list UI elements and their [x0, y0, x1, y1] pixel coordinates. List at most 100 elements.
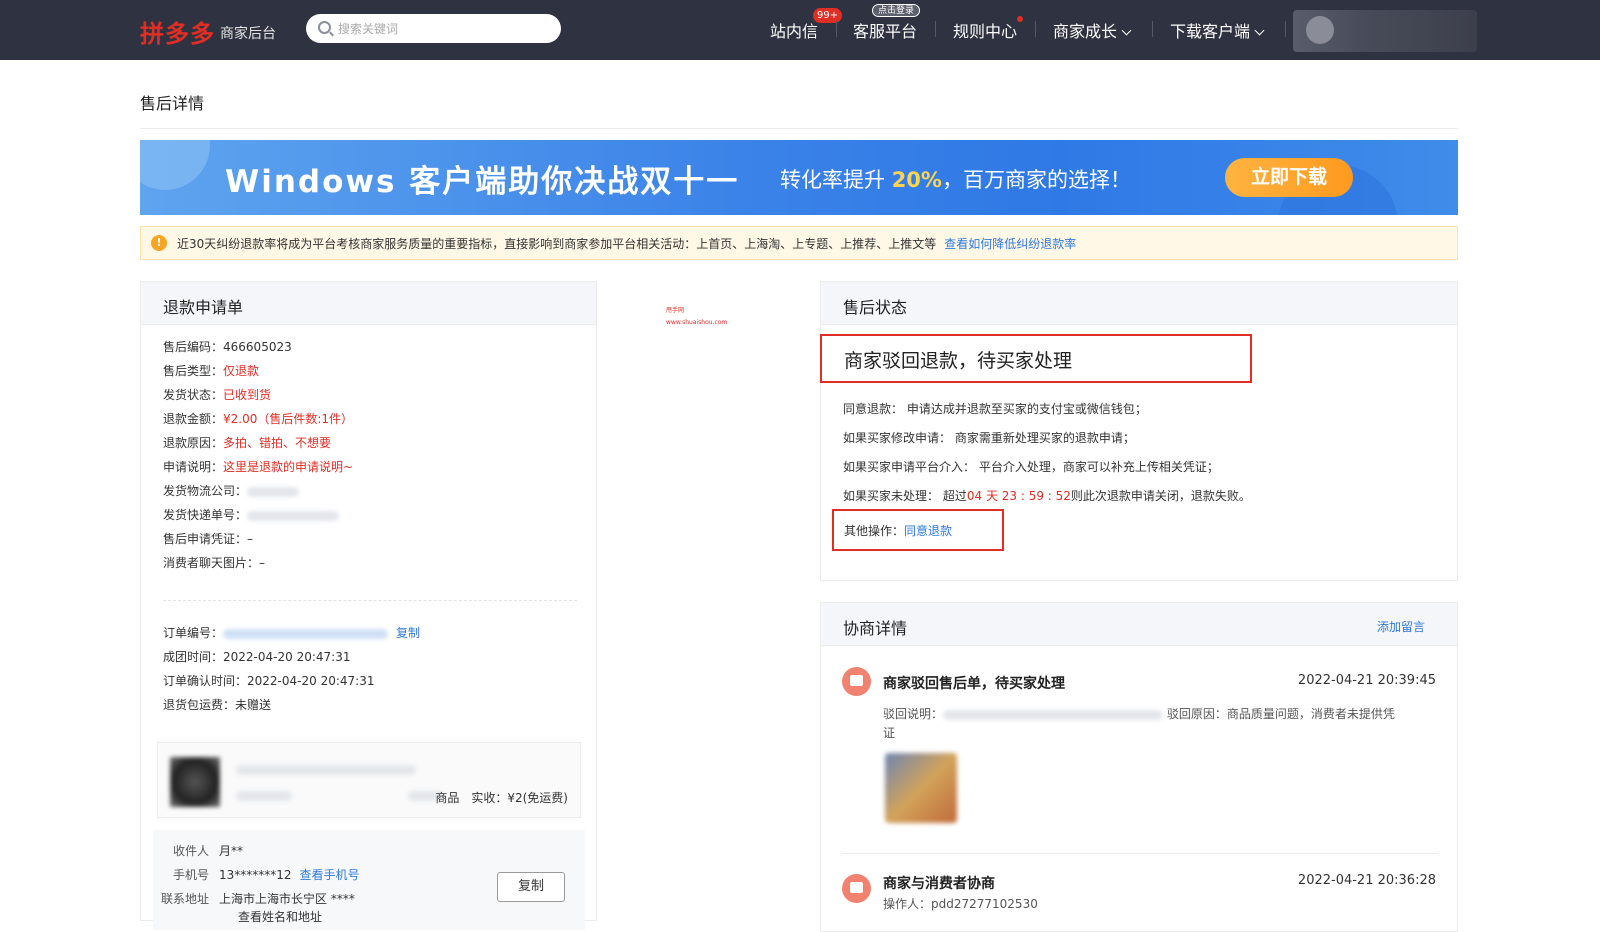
- nav-divider: [836, 21, 837, 37]
- rule-label: 同意退款：: [843, 402, 904, 416]
- search-input[interactable]: [338, 18, 548, 39]
- redacted-goods-name: [236, 765, 416, 775]
- view-name-address-link[interactable]: 查看姓名和地址: [238, 908, 322, 925]
- goods-thumbnail[interactable]: [170, 757, 220, 807]
- nav-divider: [935, 21, 936, 37]
- login-prompt-badge[interactable]: 点击登录: [872, 4, 921, 17]
- banner-decoration: [140, 140, 210, 190]
- notice-text: 近30天纠纷退款率将成为平台考核商家服务质量的重要指标，直接影响到商家参加平台相…: [177, 235, 1076, 252]
- rule-platform-intervention: 如果买家申请平台介入： 平台介入处理，商家可以补充上传相关凭证；: [843, 458, 1219, 475]
- reduce-dispute-rate-link[interactable]: 查看如何降低纠纷退款率: [944, 237, 1076, 251]
- banner-headline: Windows 客户端助你决战双十一: [225, 164, 740, 200]
- negotiation-item-time: 2022-04-21 20:36:28: [1297, 873, 1436, 888]
- rule-label: 如果买家修改申请：: [843, 431, 952, 445]
- store-icon: [842, 874, 871, 903]
- phone-number: 13*******12: [219, 868, 292, 882]
- field-chat-images: 消费者聊天图片：–: [163, 554, 265, 571]
- nav-customer-service[interactable]: 客服平台: [853, 18, 917, 42]
- reject-note-label: 驳回说明：: [883, 707, 944, 721]
- field-value: 已收到货: [223, 388, 272, 402]
- field-label: 发货快递单号：: [163, 508, 248, 522]
- goods-paid-amount: 商品 实收：¥2(免运费): [435, 791, 568, 805]
- negotiation-details-panel: 协商详情 添加留言 商家驳回售后单，待买家处理 2022-04-21 20:39…: [820, 602, 1458, 932]
- search-icon: [318, 21, 331, 34]
- receiver-row: 收件人 月**: [153, 842, 243, 859]
- refund-rate-notice: ! 近30天纠纷退款率将成为平台考核商家服务质量的重要指标，直接影响到商家参加平…: [140, 226, 1458, 260]
- nav-merchant-growth[interactable]: 商家成长: [1053, 18, 1132, 42]
- field-label: 售后申请凭证：: [163, 532, 248, 546]
- panel-title: 协商详情: [843, 619, 908, 638]
- field-refund-amount: 退款金额：¥2.00（售后件数:1件）: [163, 410, 353, 427]
- copy-order-number-link[interactable]: 复制: [396, 626, 420, 640]
- field-label: 发货物流公司：: [163, 484, 248, 498]
- view-phone-link[interactable]: 查看手机号: [300, 868, 360, 882]
- rule-text: 平台介入处理，商家可以补充上传相关凭证；: [978, 460, 1219, 474]
- negotiation-item-title: 商家与消费者协商: [883, 876, 995, 892]
- agree-refund-link[interactable]: 同意退款: [904, 524, 952, 538]
- nav-divider: [1035, 21, 1036, 37]
- redacted-value: [247, 510, 340, 521]
- field-aftersale-type: 售后类型：仅退款: [163, 362, 259, 379]
- notice-message: 近30天纠纷退款率将成为平台考核商家服务质量的重要指标，直接影响到商家参加平台相…: [177, 237, 937, 251]
- field-label: 订单编号：: [163, 626, 224, 640]
- nav-rules-center[interactable]: 规则中心: [953, 18, 1017, 42]
- watermark: 甩手网 www.shuaishou.com: [666, 305, 727, 329]
- field-label: 退款原因：: [163, 436, 224, 450]
- panel-header: 协商详情 添加留言: [821, 603, 1457, 646]
- field-group-time: 成团时间：2022-04-20 20:47:31: [163, 648, 350, 665]
- panel-header: 售后状态: [821, 282, 1457, 325]
- add-message-link[interactable]: 添加留言: [1377, 618, 1425, 635]
- rule-agree-refund: 同意退款： 申请达成并退款至买家的支付宝或微信钱包；: [843, 400, 1147, 417]
- field-value: 未赠送: [235, 698, 272, 712]
- field-request-evidence: 售后申请凭证：–: [163, 530, 253, 547]
- chevron-down-icon: [1121, 25, 1132, 36]
- page-title: 售后详情: [140, 94, 205, 113]
- field-label: 订单确认时间：: [163, 674, 248, 688]
- field-shipping-status: 发货状态：已收到货: [163, 386, 271, 403]
- redacted-goods-spec: [236, 791, 292, 801]
- field-label: 退款金额：: [163, 412, 224, 426]
- chevron-down-icon: [1254, 25, 1265, 36]
- evidence-image[interactable]: [885, 753, 957, 823]
- redacted-reject-note: [943, 709, 1164, 720]
- messages-count-badge: 99+: [813, 8, 843, 23]
- nav-download-client-label: 下载客户端: [1170, 22, 1251, 41]
- countdown-timer: 04 天 23 : 59 : 52: [966, 489, 1071, 503]
- field-value: 这里是退款的申请说明~: [223, 460, 354, 474]
- nav-messages[interactable]: 站内信: [770, 18, 818, 42]
- panel-title: 售后状态: [843, 298, 908, 317]
- store-icon: [842, 667, 871, 696]
- avatar[interactable]: [1306, 16, 1334, 44]
- negotiation-item-desc: 驳回说明： 驳回原因：商品质量问题，消费者未提供凭证: [883, 705, 1403, 743]
- rule-label: 如果买家申请平台介入：: [843, 460, 976, 474]
- rules-notification-dot: [1017, 16, 1023, 22]
- field-request-note: 申请说明：这里是退款的申请说明~: [163, 458, 353, 475]
- field-value: 2022-04-20 20:47:31: [247, 674, 375, 688]
- redacted-order-number: [223, 628, 389, 639]
- rule-text: 商家需重新处理买家的退款申请；: [954, 431, 1135, 445]
- pinduoduo-logo[interactable]: 拼多多: [140, 14, 215, 49]
- promo-banner[interactable]: Windows 客户端助你决战双十一 转化率提升 20%，百万商家的选择！ 立即…: [140, 140, 1458, 215]
- watermark-line: www.shuaishou.com: [666, 319, 728, 326]
- negotiation-item-time: 2022-04-21 20:39:45: [1297, 673, 1436, 688]
- field-label: 售后类型：: [163, 364, 224, 378]
- timeout-suffix: 则此次退款申请关闭，退款失败。: [1070, 489, 1251, 503]
- search-box[interactable]: [306, 14, 561, 43]
- receiver-label: 收件人: [172, 844, 209, 858]
- address-label: 联系地址: [160, 892, 209, 906]
- field-return-shipping: 退货包运费：未赠送: [163, 696, 271, 713]
- other-operations: 其他操作：同意退款: [844, 522, 952, 539]
- download-now-button[interactable]: 立即下载: [1225, 158, 1353, 197]
- other-ops-label: 其他操作：: [844, 524, 905, 538]
- receiver-info: 收件人 月** 手机号 13*******12 查看手机号 联系地址 上海市上海市长宁区…: [153, 830, 585, 930]
- watermark-line: 甩手网: [666, 307, 685, 314]
- other-operations-highlight: 其他操作：同意退款: [832, 509, 1004, 551]
- nav-download-client[interactable]: 下载客户端: [1170, 18, 1265, 42]
- address-row: 联系地址 上海市上海市长宁区 ****: [153, 890, 355, 907]
- nav-divider: [1152, 21, 1153, 37]
- copy-address-button[interactable]: 复制: [497, 872, 565, 902]
- rule-buyer-modifies: 如果买家修改申请： 商家需重新处理买家的退款申请；: [843, 429, 1135, 446]
- divider: [140, 128, 1458, 129]
- logo-subtitle: 商家后台: [220, 26, 276, 42]
- goods-card[interactable]: 商品 实收：¥2(免运费): [157, 742, 581, 818]
